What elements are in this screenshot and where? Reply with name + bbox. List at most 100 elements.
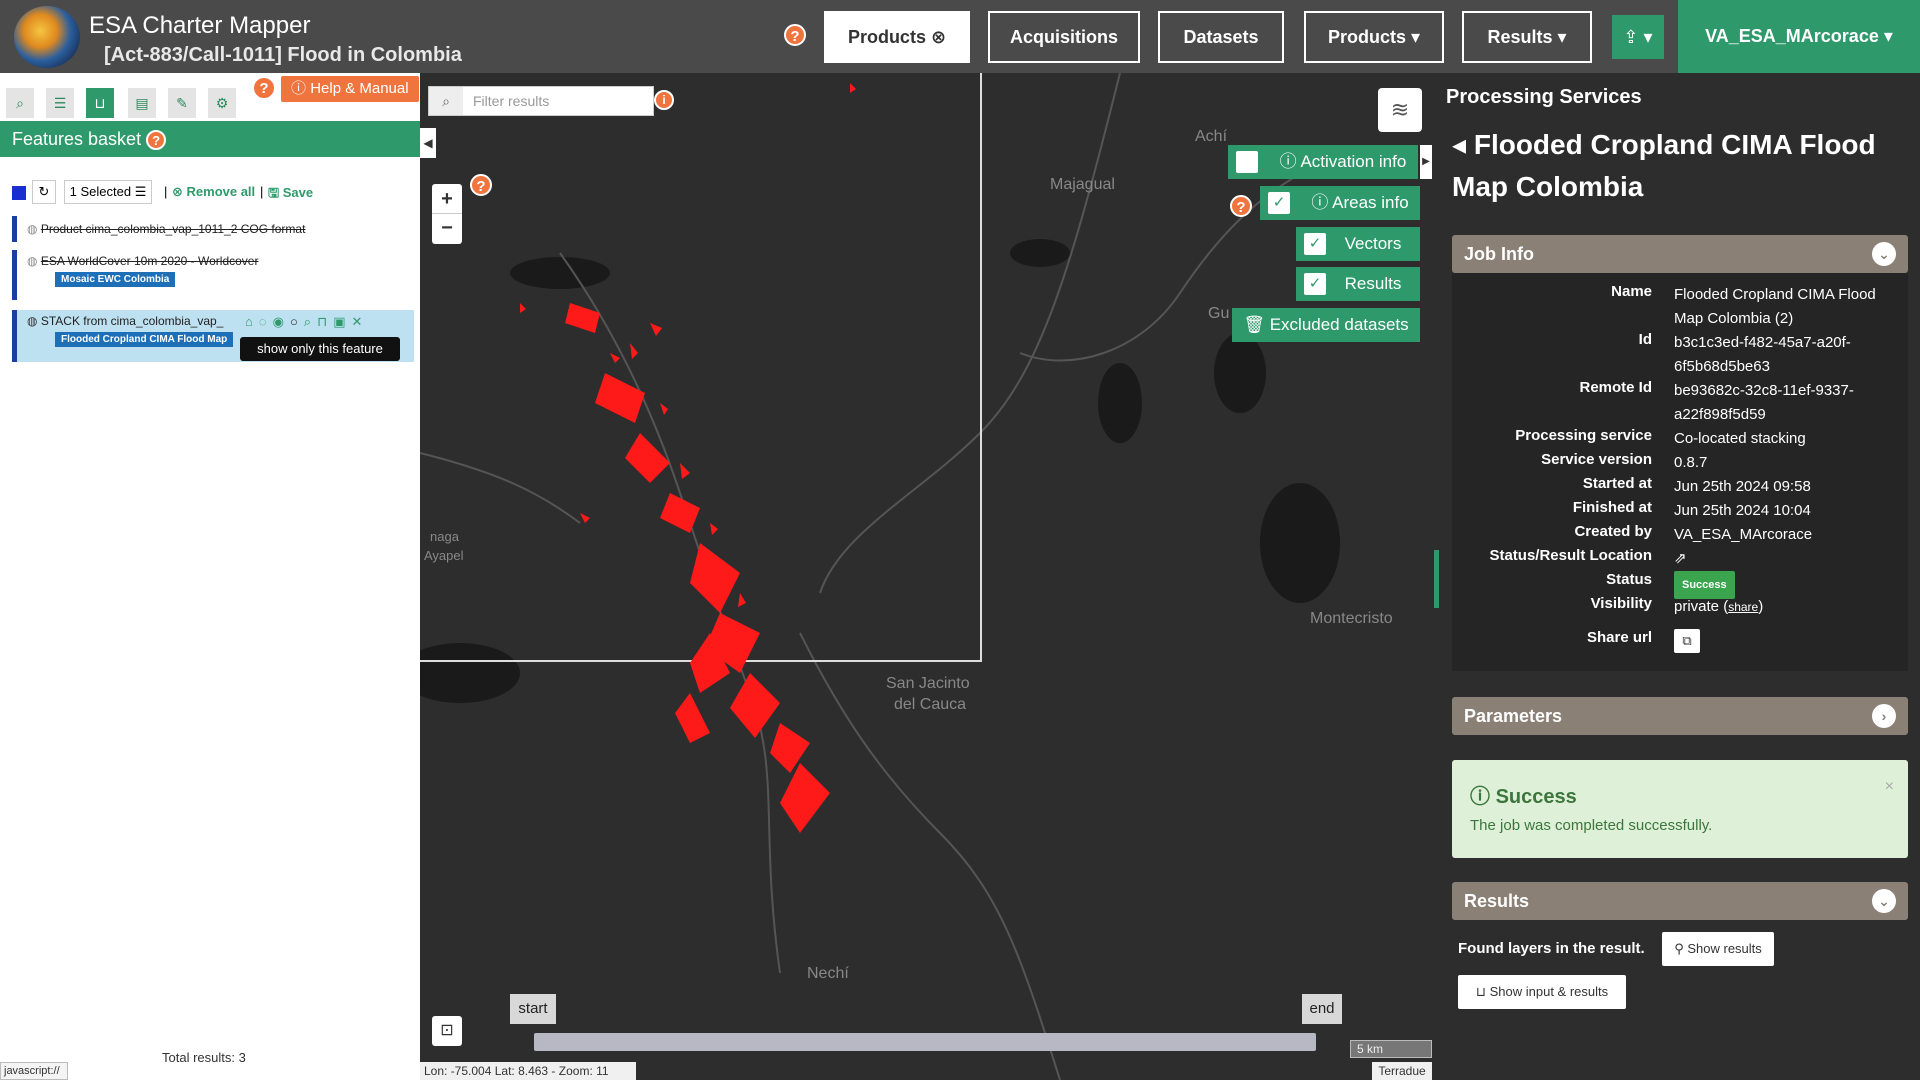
chevron-right-icon[interactable]: › — [1872, 704, 1896, 728]
basket-title: Features basket — [12, 129, 142, 149]
zoom-out-button[interactable]: − — [432, 214, 462, 244]
nav-products-dropdown[interactable]: Products ▾ — [1304, 11, 1444, 63]
job-info-header[interactable]: Job Info ⌄ — [1452, 235, 1908, 273]
help-question-icon[interactable]: ? — [146, 130, 167, 150]
fullscreen-icon[interactable]: ⊡ — [432, 1016, 462, 1046]
close-icon[interactable]: ✕ — [352, 314, 369, 329]
search-tool-icon[interactable]: ⌕ — [6, 88, 34, 118]
folder-icon[interactable]: ⌂ — [245, 314, 259, 329]
timeline-slider[interactable] — [534, 1033, 1316, 1051]
separator: | — [260, 184, 264, 199]
show-input-results-button[interactable]: ⊔ Show input & results — [1458, 975, 1626, 1009]
user-menu[interactable]: VA_ESA_MArcorace ▾ — [1678, 0, 1920, 73]
share-link[interactable]: share — [1728, 600, 1758, 614]
nav-datasets[interactable]: Datasets — [1158, 11, 1284, 63]
toggle-activation-info[interactable]: ⓘ Activation info — [1228, 145, 1418, 179]
pencil-tool-icon[interactable]: ✎ — [168, 88, 196, 118]
chevron-down-icon[interactable]: ⌄ — [1872, 242, 1896, 266]
help-question-icon[interactable]: ? — [470, 174, 492, 196]
username: VA_ESA_MArcorace — [1705, 26, 1879, 46]
gear-tool-icon[interactable]: ⚙ — [208, 88, 236, 118]
basket-item[interactable]: ◍ Product cima_colombia_vap_1011_2 COG f… — [12, 216, 414, 242]
help-manual-button[interactable]: ⓘ Help & Manual — [281, 76, 419, 102]
field-value: Flooded Cropland CIMA Flood Map Colombia… — [1674, 286, 1876, 327]
visibility-value: private (share) — [1674, 598, 1764, 615]
features-basket-header: Features basket ? — [0, 121, 420, 157]
field-value: b3c1c3ed-f482-45a7-a20f-6f5b68d5be63 — [1674, 334, 1851, 375]
back-icon[interactable]: ◂ — [1452, 129, 1466, 160]
map-label: del Cauca — [894, 696, 967, 713]
map-view[interactable]: Majagual Achí Gu Montecristo San Jacinto… — [420, 73, 1440, 1080]
layers-icon[interactable]: ≋ — [1378, 88, 1422, 132]
toggle-areas-info[interactable]: ✓ ⓘ Areas info — [1260, 186, 1420, 220]
panel-resize-handle[interactable] — [1434, 550, 1439, 608]
info-icon[interactable]: i — [654, 90, 674, 110]
map-attribution: Terradue — [1372, 1062, 1432, 1080]
nav-results-dropdown[interactable]: Results ▾ — [1462, 11, 1592, 63]
map-label: Majagual — [1050, 176, 1115, 193]
checkbox-checked[interactable]: ✓ — [1268, 192, 1290, 214]
basket-item[interactable]: ◍ ESA WorldCover 10m 2020 - Worldcover M… — [12, 250, 414, 300]
timeline-start[interactable]: start — [510, 994, 556, 1024]
results-header[interactable]: Results ⌄ — [1452, 882, 1908, 920]
upload-button[interactable]: ⇪ ▾ — [1612, 15, 1664, 59]
field-key: Share url — [1586, 629, 1652, 646]
selected-dropdown[interactable]: 1 Selected ☰ — [64, 180, 152, 204]
basket-icon: ⊔ — [1475, 984, 1486, 999]
item-tag: Flooded Cropland CIMA Flood Map — [55, 332, 234, 347]
nav-label: Results — [1487, 27, 1553, 47]
toggle-excluded-datasets[interactable]: 🗑 Excluded datasets — [1232, 308, 1420, 342]
nav-products-active[interactable]: Products ⊗ — [824, 11, 970, 63]
share-url-value: ⧉ — [1674, 629, 1904, 653]
field-key: Name — [1611, 283, 1652, 300]
remove-all-link[interactable]: ⊗ Remove all — [172, 184, 255, 200]
timeline-end[interactable]: end — [1302, 994, 1342, 1024]
close-circle-icon[interactable]: ⊗ — [931, 27, 946, 47]
item-actions[interactable]: ⌂◌◉○⌕⊓▣✕ — [245, 314, 368, 330]
basket-tool-icon[interactable]: ⊔ — [86, 88, 114, 118]
refresh-icon[interactable]: ↻ — [32, 180, 56, 204]
toggle-results[interactable]: ✓ Results — [1296, 267, 1420, 301]
info-icon: ⓘ — [1470, 786, 1490, 808]
toggle-vectors[interactable]: ✓ Vectors — [1296, 227, 1420, 261]
checkbox-checked[interactable]: ✓ — [1304, 233, 1326, 255]
field-key: Remote Id — [1579, 379, 1652, 396]
parameters-header[interactable]: Parameters › — [1452, 697, 1908, 735]
list-tool-icon[interactable]: ☰ — [46, 88, 74, 118]
zoom-in-button[interactable]: + — [432, 184, 462, 214]
filter-placeholder: Filter results — [473, 93, 550, 109]
item-title: STACK from cima_colombia_vap_ — [40, 314, 224, 328]
eye-icon[interactable]: ◉ — [273, 314, 290, 329]
copy-icon[interactable]: ⧉ — [1674, 629, 1700, 653]
map-label: Montecristo — [1310, 610, 1393, 627]
field-key: Started at — [1582, 475, 1652, 492]
unlock-icon[interactable]: ⊓ — [317, 314, 333, 329]
show-results-button[interactable]: ⚲ Show results — [1662, 932, 1774, 966]
separator: | — [164, 184, 168, 199]
archive-tool-icon[interactable]: ▤ — [128, 88, 156, 118]
filter-results-input[interactable]: ⌕ Filter results — [428, 86, 654, 116]
chevron-down-icon[interactable]: ⌄ — [1872, 889, 1896, 913]
collapse-arrow-icon[interactable]: ▶ — [1420, 145, 1432, 179]
card-title: Parameters — [1464, 706, 1563, 726]
help-question-icon[interactable]: ? — [784, 24, 806, 46]
activation-subtitle: [Act-883/Call-1011] Flood in Colombia — [104, 44, 462, 66]
circle-icon[interactable]: ○ — [290, 314, 304, 329]
comment-icon[interactable]: ◌ — [259, 314, 273, 329]
map-canvas — [420, 73, 1340, 1080]
select-all-checkbox[interactable] — [12, 186, 26, 200]
checkbox-checked[interactable]: ✓ — [1304, 273, 1326, 295]
external-link-icon[interactable]: ⇗ — [1674, 547, 1904, 571]
field-value: VA_ESA_MArcorace — [1674, 526, 1813, 543]
save-link[interactable]: 🖫 Save — [268, 184, 313, 206]
zoom-icon[interactable]: ⌕ — [304, 314, 317, 329]
nav-acquisitions[interactable]: Acquisitions — [988, 11, 1140, 63]
collapse-left-panel[interactable]: ◀ — [420, 128, 436, 158]
help-question-icon[interactable]: ? — [252, 76, 276, 100]
close-icon[interactable]: × — [1885, 778, 1894, 796]
checkbox[interactable] — [1236, 151, 1258, 173]
field-key: Service version — [1541, 451, 1652, 468]
help-question-icon[interactable]: ? — [1230, 195, 1252, 217]
minimize-icon[interactable]: ▣ — [333, 314, 351, 329]
item-title: Product cima_colombia_vap_1011_2 COG for… — [40, 222, 306, 236]
